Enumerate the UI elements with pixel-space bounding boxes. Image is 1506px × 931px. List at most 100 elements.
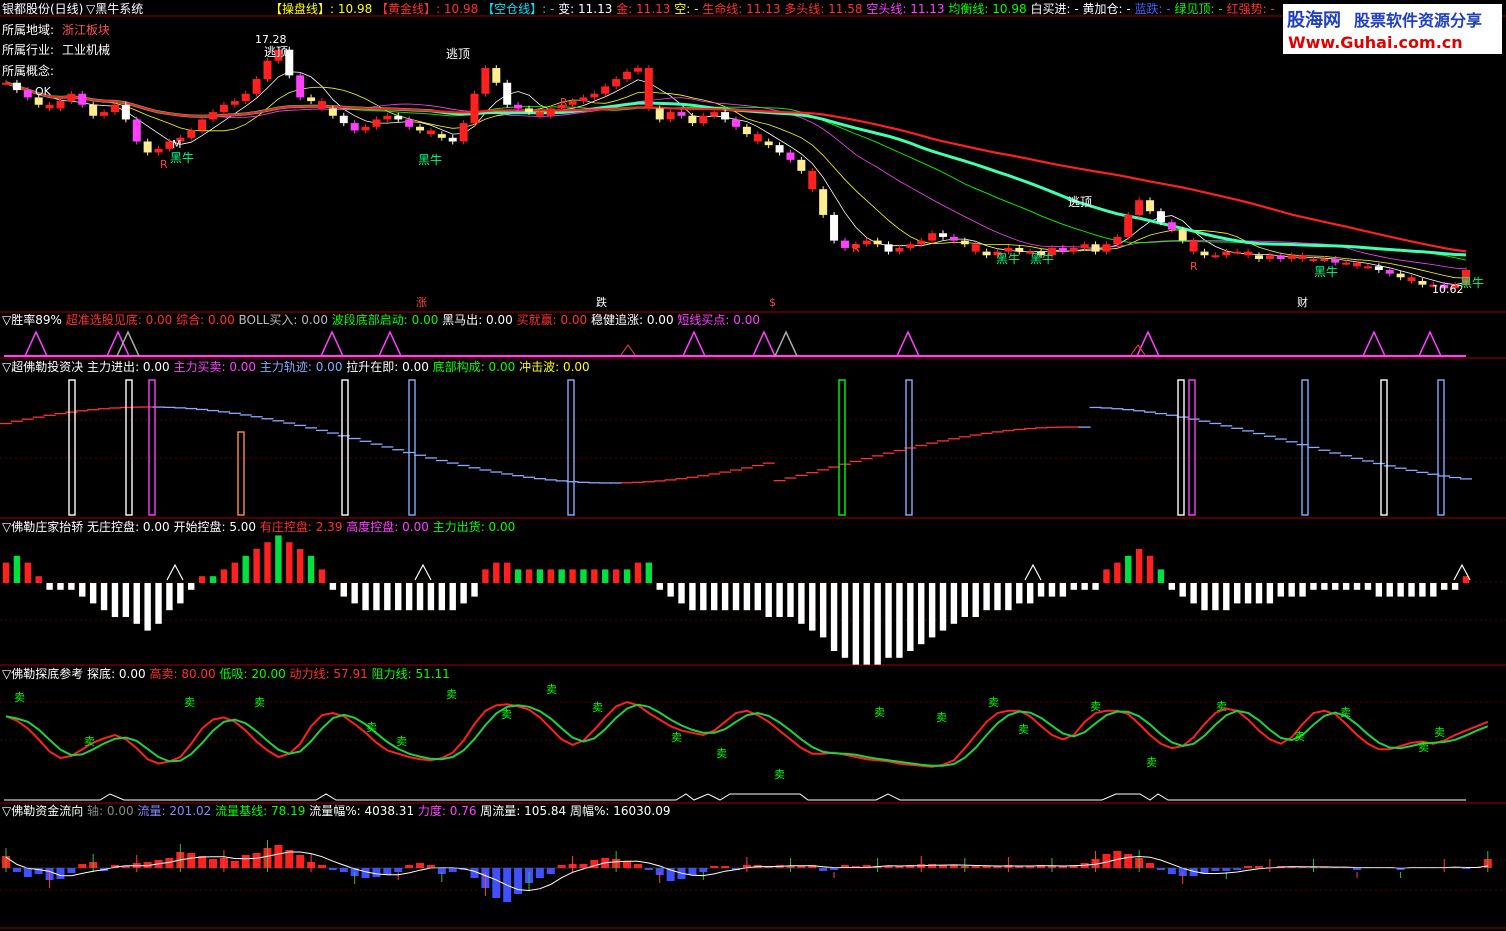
industry-label: 所属行业: [2, 43, 54, 57]
indicator-value: : 0.00 [725, 313, 760, 327]
indicator-label: 【黄金线】 [376, 1, 436, 16]
indicator-label: 生命线 [702, 1, 738, 16]
indicator-value: : 201.02 [161, 804, 215, 818]
black-bull-label-6: 黑牛 [1460, 275, 1484, 290]
indicator-value: : - [686, 2, 702, 16]
control-bar [689, 583, 696, 611]
indicator-value: : 0.00 [308, 360, 346, 374]
indicator-value: : 10.98 [330, 2, 376, 16]
candle-body [949, 236, 958, 241]
control-bar [972, 583, 979, 617]
panel-bottom-probe[interactable]: 卖卖卖 卖卖卖卖卖卖卖卖卖卖卖 卖卖卖卖卖卖卖卖卖卖 [4, 683, 1489, 801]
escape-top-label-2: 逃顶 [446, 47, 470, 61]
candle-body [45, 104, 54, 109]
flow-bar [296, 855, 305, 868]
indicator-label: 短线买点 [677, 313, 725, 327]
panel-capital-flow[interactable] [2, 840, 1492, 902]
main-candlestick-panel[interactable] [2, 46, 1470, 292]
control-bar [1408, 583, 1415, 597]
indicator-label: 流量 [137, 804, 161, 818]
flow-bar [361, 868, 370, 878]
candle-body [241, 93, 250, 102]
control-bar [1342, 583, 1350, 590]
control-bar [482, 569, 489, 583]
indicator-value: : 16030.09 [605, 804, 670, 818]
indicator-value: : - [1211, 2, 1227, 16]
candle-body [1069, 247, 1078, 252]
control-bar [1386, 583, 1393, 597]
candle-body [895, 247, 904, 252]
candle-body [1058, 247, 1067, 252]
indicator-value: : 0.00 [481, 520, 516, 534]
decision-column [1188, 379, 1196, 516]
control-bar [1332, 583, 1339, 590]
decision-column [838, 379, 846, 516]
flow-bar [252, 853, 261, 868]
flow-bar [535, 868, 544, 878]
control-bar [950, 583, 958, 624]
candle-body [459, 123, 468, 142]
decision-column [148, 379, 156, 516]
control-bar [1190, 583, 1197, 604]
control-bar [830, 583, 838, 651]
indicator-label: 【操盘线】 [270, 1, 330, 16]
indicator-label: 主力轨迹 [260, 360, 308, 374]
flow-bar [23, 868, 32, 877]
candle-body [1124, 214, 1133, 237]
flow-bar [928, 864, 937, 868]
sell-signal-label: 卖 [592, 701, 603, 714]
escape-top-label-1: 逃顶 [264, 45, 288, 59]
system-title: ▽黑牛系统 [86, 1, 143, 16]
watermark-url: Www.Guhai.com.cn [1288, 33, 1463, 52]
control-bar [1059, 583, 1067, 597]
sell-signal-label: 卖 [1294, 730, 1305, 743]
signal-triangle [682, 330, 706, 357]
control-bar [743, 583, 751, 611]
control-bar [961, 583, 969, 617]
control-bar [1441, 583, 1448, 590]
candle-body [830, 214, 839, 241]
candle-body [1385, 269, 1394, 274]
candle-body [187, 130, 196, 138]
sell-signal-label: 卖 [501, 708, 512, 721]
control-bar [1419, 583, 1426, 597]
sell-signal-label: 卖 [254, 696, 265, 709]
candle-body [742, 126, 751, 135]
black-bull-label-4: 黑牛 [1030, 251, 1054, 266]
control-bar [296, 549, 304, 583]
candle-body [1167, 222, 1176, 230]
indicator-label: 拉升在即 [346, 359, 394, 374]
candle-body [601, 86, 610, 94]
control-bar [569, 569, 576, 583]
indicator-value: : 10.98 [436, 2, 482, 16]
candle-body [590, 93, 599, 98]
flow-bar [198, 856, 207, 868]
r-label-2: R [560, 96, 568, 109]
candle-body [917, 240, 926, 245]
control-marker [1024, 563, 1042, 581]
control-bar [623, 569, 631, 583]
sell-signal-label: 卖 [988, 696, 999, 709]
panel-dealer-control[interactable] [2, 535, 1471, 665]
candle-body [263, 60, 272, 80]
indicator-value: : 11.13 [902, 2, 948, 16]
dollar-marker: $ [769, 296, 776, 309]
panel-investment-decision[interactable] [0, 379, 1472, 516]
candle-body [448, 137, 457, 142]
flow-bar [1146, 863, 1155, 868]
decision-column [125, 379, 133, 516]
control-bar [1244, 583, 1252, 604]
candle-body [1342, 262, 1351, 265]
control-bar [1375, 583, 1383, 597]
decision-column [237, 431, 245, 516]
control-bar [1288, 583, 1295, 597]
candle-body [939, 233, 948, 237]
flow-bar [274, 845, 283, 868]
indicator-value: : - [542, 2, 558, 16]
signal-triangle [320, 330, 344, 357]
indicator-label: 金 [616, 1, 628, 16]
panel-win-rate[interactable] [4, 330, 1466, 357]
sell-signal-label: 卖 [1146, 756, 1157, 769]
control-bar [1430, 583, 1437, 597]
indicator-value: : 0.00 [555, 360, 590, 374]
